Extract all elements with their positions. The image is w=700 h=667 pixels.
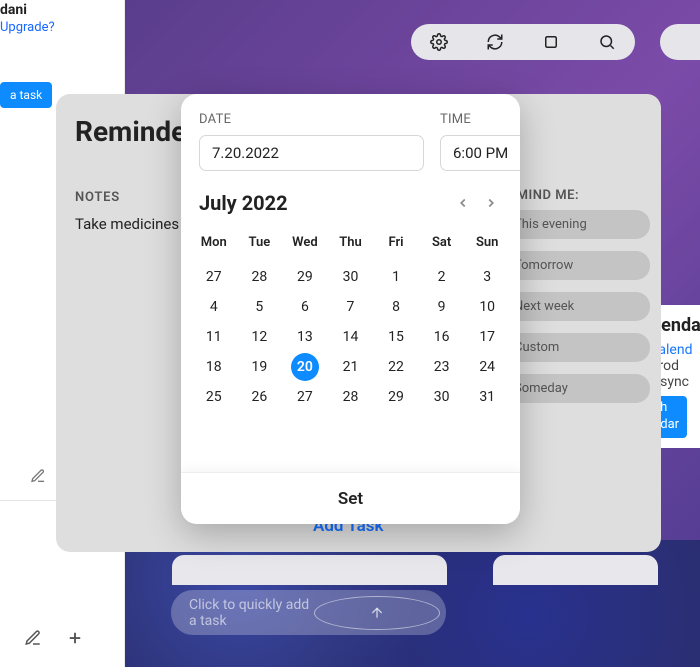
- quick-add-placeholder: Click to quickly add a task: [189, 597, 314, 629]
- calendar-day[interactable]: 5: [237, 292, 283, 322]
- calendar-grid: MonTueWedThuFriSatSun 272829301234567891…: [191, 225, 510, 412]
- calendar-day[interactable]: 29: [373, 382, 419, 412]
- sync-icon[interactable]: [486, 33, 504, 51]
- date-label: DATE: [199, 112, 424, 127]
- weekday-header: Thu: [328, 225, 374, 262]
- notes-text[interactable]: Take medicines: [75, 215, 179, 233]
- add-task-button[interactable]: a task: [0, 82, 52, 108]
- calendar-day[interactable]: 17: [464, 322, 510, 352]
- calendar-day[interactable]: 18: [191, 352, 237, 382]
- edit-icon[interactable]: [30, 468, 46, 484]
- weekday-header: Fri: [373, 225, 419, 262]
- weekday-header: Tue: [237, 225, 283, 262]
- calendar-day[interactable]: 9: [419, 292, 465, 322]
- datetime-popover: DATE TIME July 2022 MonTueWedThuFriSatSu…: [181, 94, 520, 524]
- calendar-day[interactable]: 22: [373, 352, 419, 382]
- edit-icon[interactable]: [24, 629, 42, 647]
- gear-icon[interactable]: [430, 33, 448, 51]
- remind-option-nextweek[interactable]: Next week: [500, 292, 650, 321]
- calendar-day[interactable]: 31: [464, 382, 510, 412]
- set-button[interactable]: Set: [181, 472, 520, 524]
- calendar-day[interactable]: 12: [237, 322, 283, 352]
- calendar-day[interactable]: 3: [464, 262, 510, 292]
- calendar-day[interactable]: 8: [373, 292, 419, 322]
- calendar-day[interactable]: 11: [191, 322, 237, 352]
- calendar-day[interactable]: 28: [328, 382, 374, 412]
- calendar-day[interactable]: 19: [237, 352, 283, 382]
- calendar-day[interactable]: 6: [282, 292, 328, 322]
- calendar-day[interactable]: 27: [191, 262, 237, 292]
- month-label: July 2022: [199, 191, 288, 215]
- calendar-day[interactable]: 14: [328, 322, 374, 352]
- calendar-day[interactable]: 21: [328, 352, 374, 382]
- search-icon[interactable]: [598, 33, 616, 51]
- notes-label: NOTES: [75, 190, 120, 205]
- remind-option-evening[interactable]: This evening: [500, 210, 650, 239]
- weekday-header: Mon: [191, 225, 237, 262]
- toolbar-extra[interactable]: [660, 24, 700, 60]
- time-label: TIME: [440, 112, 520, 127]
- time-input[interactable]: [440, 135, 520, 171]
- calendar-day[interactable]: 7: [328, 292, 374, 322]
- upgrade-link[interactable]: Upgrade?: [0, 20, 55, 35]
- reminder-title: Reminder: [75, 115, 197, 148]
- weekday-header: Sun: [464, 225, 510, 262]
- remind-option-custom[interactable]: Custom: [500, 333, 650, 362]
- calendar-day[interactable]: 25: [191, 382, 237, 412]
- calendar-day[interactable]: 1: [373, 262, 419, 292]
- calendar-day[interactable]: 29: [282, 262, 328, 292]
- calendar-day[interactable]: 13: [282, 322, 328, 352]
- remind-options: This evening Tomorrow Next week Custom S…: [500, 210, 650, 403]
- date-input[interactable]: [199, 135, 424, 171]
- calendar-day[interactable]: 10: [464, 292, 510, 322]
- card-placeholder: [172, 555, 447, 585]
- chevron-left-icon[interactable]: [452, 192, 474, 214]
- calendar-day[interactable]: 2: [419, 262, 465, 292]
- user-name: dani: [0, 2, 27, 18]
- weekday-header: Wed: [282, 225, 328, 262]
- weekday-header: Sat: [419, 225, 465, 262]
- arrow-up-icon[interactable]: [314, 596, 441, 630]
- calendar-day[interactable]: 15: [373, 322, 419, 352]
- quick-add[interactable]: Click to quickly add a task: [171, 590, 446, 635]
- plus-icon[interactable]: [66, 629, 84, 647]
- calendar-day[interactable]: 26: [237, 382, 283, 412]
- toolbar: [411, 24, 635, 60]
- remind-option-someday[interactable]: Someday: [500, 374, 650, 403]
- calendar-day[interactable]: 30: [328, 262, 374, 292]
- remind-option-tomorrow[interactable]: Tomorrow: [500, 251, 650, 280]
- calendar-day[interactable]: 28: [237, 262, 283, 292]
- calendar-day[interactable]: 20: [282, 352, 328, 382]
- calendar-day[interactable]: 30: [419, 382, 465, 412]
- stop-icon[interactable]: [542, 33, 560, 51]
- calendar-day[interactable]: 23: [419, 352, 465, 382]
- calendar-day[interactable]: 16: [419, 322, 465, 352]
- calendar-day[interactable]: 27: [282, 382, 328, 412]
- calendar-day[interactable]: 4: [191, 292, 237, 322]
- chevron-right-icon[interactable]: [480, 192, 502, 214]
- card-placeholder: [493, 555, 658, 585]
- calendar-day[interactable]: 24: [464, 352, 510, 382]
